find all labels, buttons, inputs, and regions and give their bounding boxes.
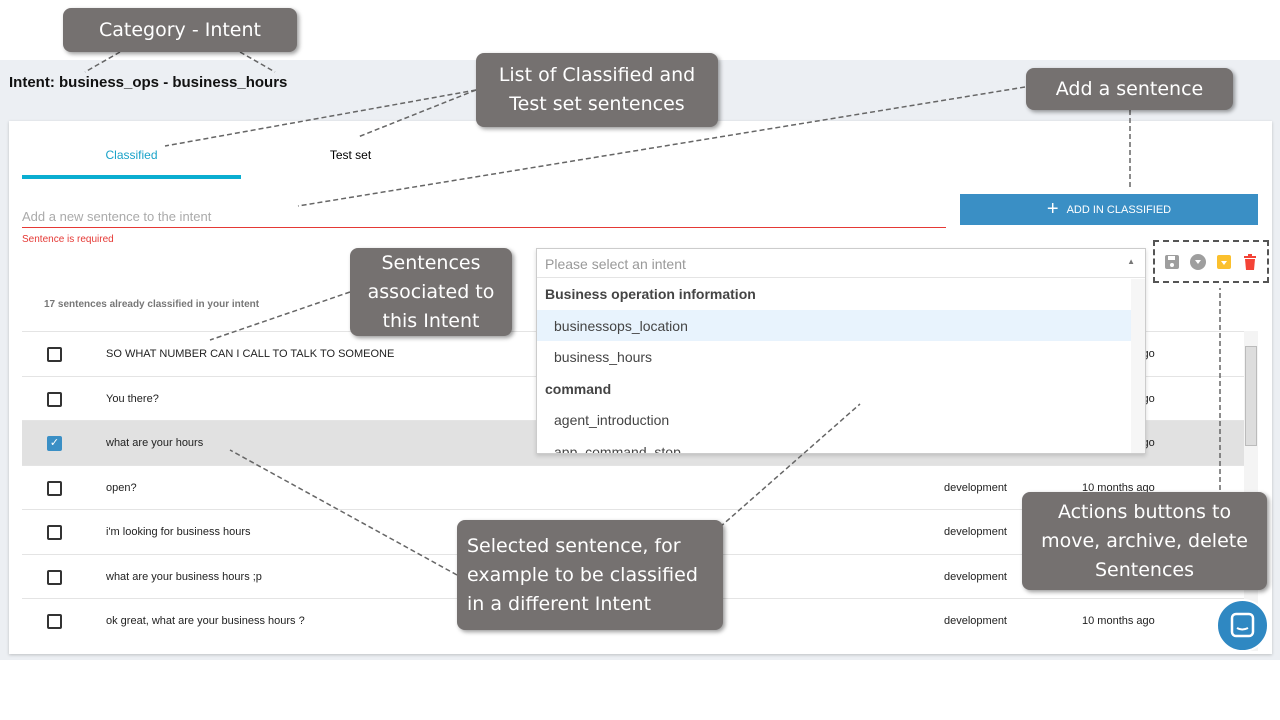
callout-list: List of Classified and Test set sentence… (476, 53, 718, 127)
option-group: command (545, 380, 612, 397)
row-checkbox[interactable]: ✓ (47, 436, 62, 451)
sentence-text: what are your hours (106, 437, 204, 449)
action-buttons (1153, 240, 1269, 283)
page-title: Intent: business_ops - business_hours (9, 74, 288, 91)
row-checkbox[interactable] (47, 391, 62, 407)
plus-icon: + (1046, 198, 1059, 220)
chat-icon (1230, 612, 1255, 638)
sentence-text: ok great, what are your business hours ? (106, 615, 305, 627)
tab-test-set[interactable]: Test set (241, 148, 460, 162)
option-app-command-stop[interactable]: app_command_stop (537, 436, 1131, 454)
move-down-icon[interactable] (1216, 254, 1232, 270)
sentence-text: i'm looking for business hours (106, 526, 251, 538)
callout-sentences: Sentences associated to this Intent (350, 248, 512, 336)
option-agent-introduction[interactable]: agent_introduction (537, 404, 1131, 436)
sentence-env: development (944, 615, 1007, 627)
intent-select: Please select an intent ▲ (537, 249, 1145, 278)
callout-add: Add a sentence (1026, 68, 1233, 110)
save-icon[interactable] (1164, 254, 1180, 270)
callout-actions: Actions buttons to move, archive, delete… (1022, 492, 1267, 590)
sentence-env: development (944, 570, 1007, 583)
option-business-hours[interactable]: business_hours (537, 341, 1131, 373)
add-in-classified-button[interactable]: + ADD IN CLASSIFIED (960, 194, 1258, 225)
row-checkbox[interactable] (47, 569, 62, 585)
callout-category: Category - Intent (63, 8, 297, 52)
sentence-text: You there? (106, 392, 159, 405)
sentence-input[interactable] (22, 205, 946, 228)
sentence-env: development (944, 526, 1007, 538)
delete-icon[interactable] (1242, 253, 1258, 270)
add-button-label: ADD IN CLASSIFIED (1066, 203, 1172, 216)
sentence-date: 10 months ago (1082, 615, 1155, 627)
sentence-text: what are your business hours ;p (106, 570, 262, 583)
row-checkbox[interactable] (47, 480, 62, 496)
archive-circle-icon[interactable] (1190, 253, 1206, 270)
intent-select-dropdown[interactable]: Please select an intent ▲ Business operat… (536, 248, 1146, 454)
row-checkbox[interactable] (47, 525, 62, 540)
tab-classified[interactable]: Classified (22, 148, 241, 162)
option-businessops-location[interactable]: businessops_location (537, 309, 1131, 341)
dropdown-scrollbar[interactable] (1131, 279, 1145, 453)
sentence-text: SO WHAT NUMBER CAN I CALL TO TALK TO SOM… (106, 348, 395, 360)
option-group: Business operation information (545, 286, 756, 302)
sentence-error: Sentence is required (22, 234, 114, 245)
scroll-thumb[interactable] (1245, 346, 1257, 446)
row-checkbox[interactable] (47, 614, 62, 629)
callout-selected: Selected sentence, for example to be cla… (457, 520, 723, 630)
intent-select-placeholder: Please select an intent (545, 256, 686, 272)
sentence-text: open? (106, 481, 137, 494)
sentence-count: 17 sentences already classified in your … (44, 299, 260, 310)
active-tab-indicator (22, 175, 241, 179)
row-checkbox[interactable] (47, 347, 62, 362)
chat-button[interactable] (1216, 599, 1269, 652)
caret-up-icon[interactable]: ▲ (1127, 257, 1135, 266)
sentence-env: development (944, 481, 1007, 494)
